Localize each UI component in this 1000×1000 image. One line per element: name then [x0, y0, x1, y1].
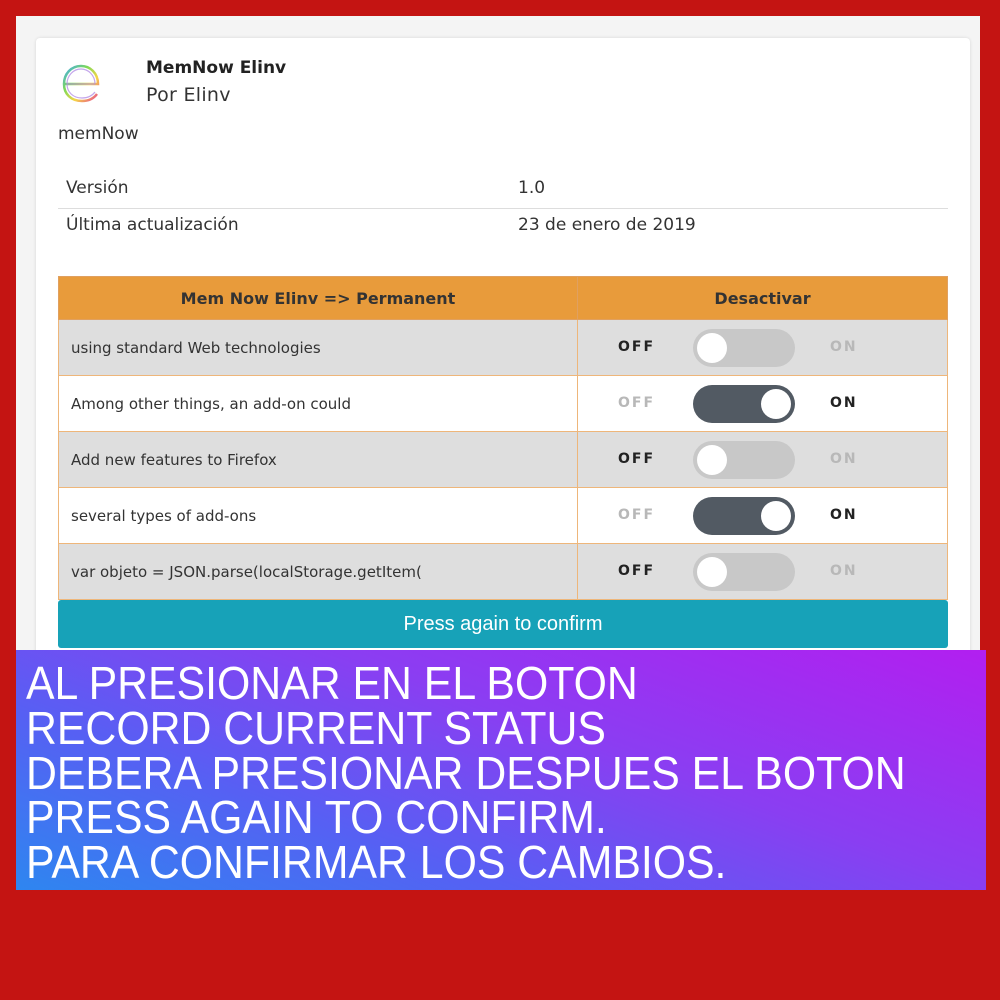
version-value: 1.0 — [518, 178, 546, 198]
toggle-switch[interactable] — [693, 553, 795, 591]
updated-value: 23 de enero de 2019 — [518, 215, 696, 235]
off-label: OFF — [618, 339, 656, 355]
toggle-switch[interactable] — [693, 385, 795, 423]
options-header-row: Mem Now Elinv => Permanent Desactivar — [58, 276, 948, 320]
off-label: OFF — [618, 507, 656, 523]
toggle-knob — [697, 333, 727, 363]
banner-line-1: AL PRESIONAR EN EL BOTON — [26, 657, 638, 709]
option-label: Among other things, an add-on could — [58, 375, 578, 432]
option-toggle-cell: OFF ON — [577, 487, 948, 544]
options-body: using standard Web technologies OFF ON Amon… — [58, 319, 948, 600]
version-row: Versión 1.0 — [58, 172, 948, 209]
banner-line-3: DEBERA PRESIONAR DESPUES EL BOTON — [26, 747, 906, 799]
toggle-knob — [761, 501, 791, 531]
on-label: ON — [830, 451, 858, 467]
banner-line-5: PARA CONFIRMAR LOS CAMBIOS. — [26, 836, 727, 888]
options-header-name: Mem Now Elinv => Permanent — [58, 276, 578, 320]
toggle-switch[interactable] — [693, 329, 795, 367]
addon-title: MemNow Elinv — [146, 58, 287, 78]
options-header-toggle: Desactivar — [577, 276, 948, 320]
addon-description: memNow — [58, 124, 139, 144]
off-label: OFF — [618, 451, 656, 467]
updated-label: Última actualización — [66, 215, 239, 235]
option-row: Among other things, an add-on could OFF ON — [58, 375, 948, 432]
option-row: using standard Web technologies OFF ON — [58, 319, 948, 376]
elinv-logo-icon — [62, 64, 100, 103]
options-table: Mem Now Elinv => Permanent Desactivar us… — [58, 276, 948, 600]
addon-card: MemNow Elinv Por Elinv memNow Versión 1.… — [36, 38, 970, 650]
banner-line-2: RECORD CURRENT STATUS — [26, 702, 606, 754]
off-label: OFF — [618, 395, 656, 411]
option-label: Add new features to Firefox — [58, 431, 578, 488]
addon-panel: MemNow Elinv Por Elinv memNow Versión 1.… — [16, 16, 980, 650]
toggle-switch[interactable] — [693, 441, 795, 479]
addon-header: MemNow Elinv Por Elinv — [56, 56, 656, 116]
option-label: var objeto = JSON.parse(localStorage.get… — [58, 543, 578, 600]
option-toggle-cell: OFF ON — [577, 543, 948, 600]
toggle-knob — [761, 389, 791, 419]
updated-row: Última actualización 23 de enero de 2019 — [58, 209, 948, 245]
instruction-banner: AL PRESIONAR EN EL BOTON RECORD CURRENT … — [16, 650, 986, 890]
off-label: OFF — [618, 563, 656, 579]
on-label: ON — [830, 395, 858, 411]
option-toggle-cell: OFF ON — [577, 319, 948, 376]
addon-info-table: Versión 1.0 Última actualización 23 de e… — [58, 172, 948, 245]
version-label: Versión — [66, 178, 129, 198]
banner-line-4: PRESS AGAIN TO CONFIRM. — [26, 791, 607, 843]
option-toggle-cell: OFF ON — [577, 431, 948, 488]
toggle-switch[interactable] — [693, 497, 795, 535]
option-label: several types of add-ons — [58, 487, 578, 544]
on-label: ON — [830, 507, 858, 523]
option-toggle-cell: OFF ON — [577, 375, 948, 432]
option-row: var objeto = JSON.parse(localStorage.get… — [58, 543, 948, 600]
option-label: using standard Web technologies — [58, 319, 578, 376]
toggle-knob — [697, 557, 727, 587]
toggle-knob — [697, 445, 727, 475]
option-row: several types of add-ons OFF ON — [58, 487, 948, 544]
option-row: Add new features to Firefox OFF ON — [58, 431, 948, 488]
on-label: ON — [830, 563, 858, 579]
on-label: ON — [830, 339, 858, 355]
confirm-button[interactable]: Press again to confirm — [58, 600, 948, 648]
addon-author[interactable]: Por Elinv — [146, 84, 231, 106]
